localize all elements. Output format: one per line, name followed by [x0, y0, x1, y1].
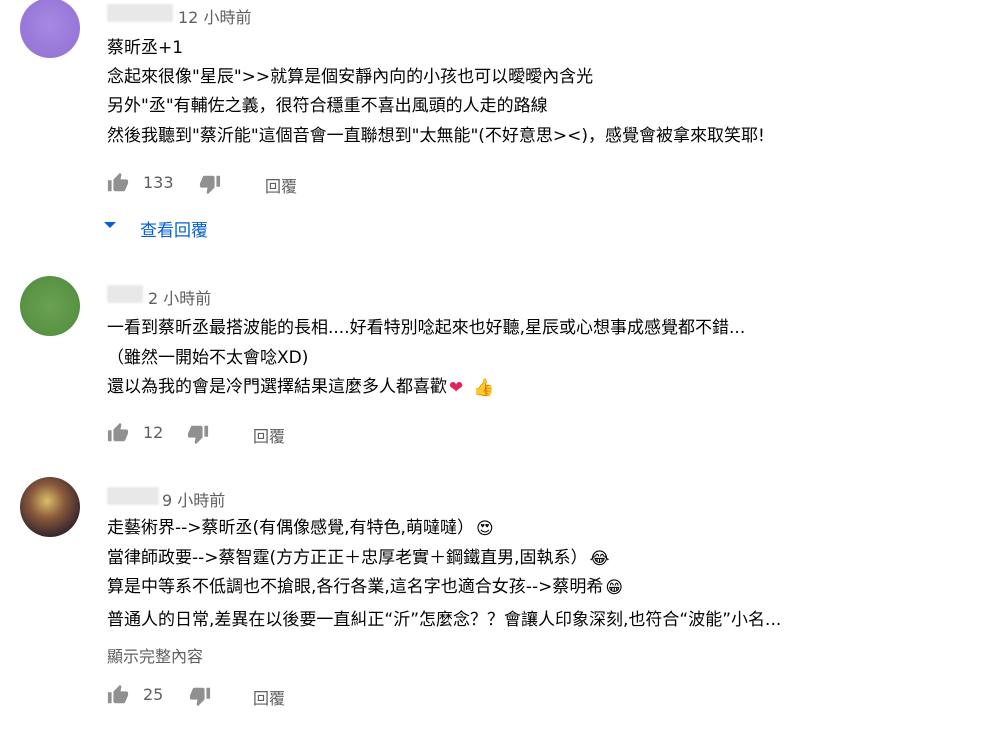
comment-text-line: 念起來很像"星辰">>就算是個安靜內向的小孩也可以曖曖內含光	[107, 67, 594, 87]
comment-text-line-with-emoji: 走藝術界-->蔡昕丞(有偶像感覺,有特色,萌噠噠） 😍	[107, 518, 494, 539]
grinning-emoji: 😁	[605, 578, 624, 598]
like-icon[interactable]	[107, 422, 129, 444]
author-name-blurred[interactable]	[107, 4, 173, 22]
comment-text-line: 然後我聽到"蔡沂能"這個音會一直聯想到"太無能"(不好意思><)，感覺會被拿來取…	[107, 126, 765, 146]
comment-text-line: 普通人的日常,差異在以後要一直糾正“沂”怎麼念？？會讓人印象深刻,也符合“波能”…	[107, 610, 782, 630]
author-name-blurred[interactable]	[107, 285, 143, 303]
like-count: 133	[143, 173, 174, 192]
comment-text-line-with-emoji: 還以為我的會是冷門選擇結果這麼多人都喜歡 ❤ 👍	[107, 377, 494, 398]
comment-timestamp[interactable]: 2 小時前	[148, 285, 211, 309]
reply-button[interactable]: 回覆	[253, 423, 285, 447]
comment-timestamp[interactable]: 12 小時前	[178, 4, 251, 28]
heart-sparkle-emoji: ❤	[449, 378, 464, 398]
like-count: 12	[143, 423, 164, 442]
author-name-blurred[interactable]	[107, 487, 159, 505]
tears-of-joy-emoji: 😂	[589, 549, 610, 569]
comment-text-line: 一看到蔡昕丞最搭波能的長相....好看特別唸起來也好聽,星辰或心想事成感覺都不錯…	[107, 318, 746, 338]
comment-text: 還以為我的會是冷門選擇結果這麼多人都喜歡	[107, 377, 447, 397]
dislike-icon[interactable]	[199, 173, 221, 195]
comment-actions: 133 回覆	[107, 172, 407, 196]
comment-actions: 12 回覆	[107, 422, 407, 446]
dislike-icon[interactable]	[189, 685, 211, 707]
comment-text-line: （雖然一開始不太會唸XD)	[107, 348, 309, 368]
reply-button[interactable]: 回覆	[253, 685, 285, 709]
comment-text-line-with-emoji: 算是中等系不低調也不搶眼,各行各業,這名字也適合女孩-->蔡明希 😁	[107, 577, 623, 598]
comment-text: 當律師政要-->蔡智霆(方方正正＋忠厚老實＋鋼鐵直男,固執系）	[107, 548, 588, 568]
show-more-button[interactable]: 顯示完整內容	[107, 643, 203, 667]
reply-button[interactable]: 回覆	[265, 173, 297, 197]
comment-text-line-with-emoji: 當律師政要-->蔡智霆(方方正正＋忠厚老實＋鋼鐵直男,固執系） 😂	[107, 548, 609, 569]
avatar[interactable]	[20, 0, 80, 58]
thumbs-up-emoji: 👍	[473, 378, 495, 398]
comment-text: 算是中等系不低調也不搶眼,各行各業,這名字也適合女孩-->蔡明希	[107, 577, 604, 597]
like-icon[interactable]	[107, 684, 129, 706]
comment-timestamp[interactable]: 9 小時前	[162, 487, 225, 511]
caret-down-icon	[104, 222, 116, 228]
like-icon[interactable]	[107, 172, 129, 194]
avatar[interactable]	[20, 477, 80, 537]
comment-text-line: 另外"丞"有輔佐之義，很符合穩重不喜出風頭的人走的路線	[107, 96, 548, 116]
comment-text-line: 蔡昕丞+1	[107, 38, 184, 58]
view-replies-label: 查看回覆	[140, 221, 208, 241]
heart-eyes-emoji: 😍	[475, 519, 494, 539]
comment-text: 走藝術界-->蔡昕丞(有偶像感覺,有特色,萌噠噠）	[107, 518, 474, 538]
dislike-icon[interactable]	[187, 423, 209, 445]
avatar[interactable]	[20, 276, 80, 336]
comment-actions: 25 回覆	[107, 684, 407, 708]
like-count: 25	[143, 685, 164, 704]
